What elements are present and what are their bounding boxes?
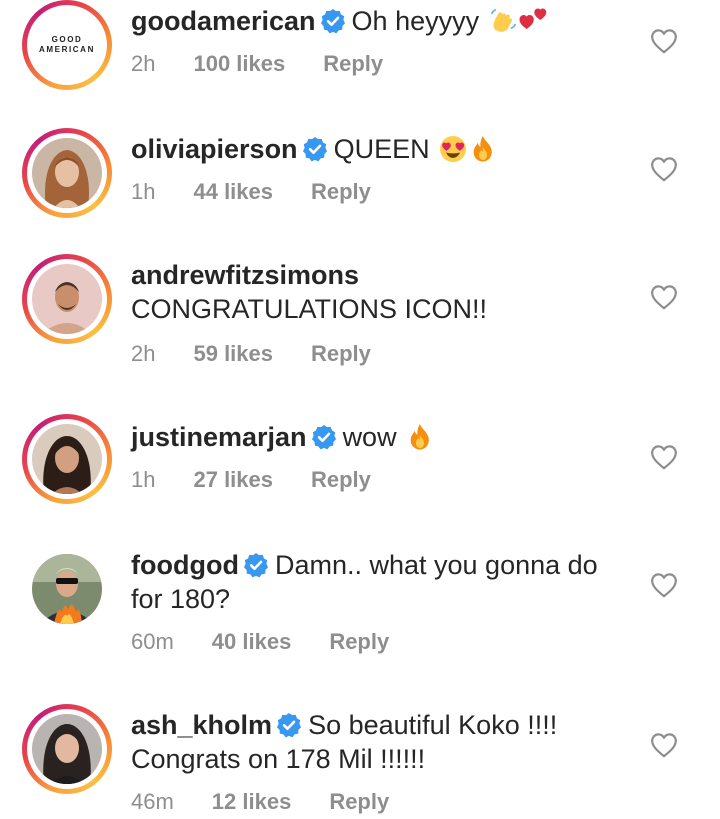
comment-body: Oh heyyyy (351, 6, 480, 36)
good-american-logo: GOOD AMERICAN (39, 35, 95, 54)
avatar-photo (32, 138, 102, 208)
timestamp: 46m (131, 789, 174, 814)
username[interactable]: justinemarjan (131, 422, 307, 452)
like-heart-icon[interactable] (650, 284, 678, 310)
reply-button[interactable]: Reply (323, 50, 383, 78)
like-heart-icon[interactable] (650, 156, 678, 182)
avatar-photo (32, 264, 102, 334)
comment-andrewfitzsimons: andrewfitzsimons CONGRATULATIONS ICON!! … (0, 254, 720, 384)
likes-count[interactable]: 12 likes (212, 788, 292, 816)
avatar[interactable] (32, 554, 102, 624)
like-heart-icon[interactable] (650, 444, 678, 470)
likes-count[interactable]: 27 likes (193, 466, 273, 494)
reply-button[interactable]: Reply (329, 788, 389, 816)
username[interactable]: oliviapierson (131, 134, 298, 164)
waving-hand-emoji-icon (489, 7, 517, 35)
two-hearts-emoji-icon (519, 7, 547, 35)
comment-justinemarjan: justinemarjan wow 1h 27 likes Reply (0, 414, 720, 534)
reply-button[interactable]: Reply (311, 178, 371, 206)
timestamp: 1h (131, 179, 156, 204)
avatar[interactable] (22, 414, 112, 504)
avatar-photo (32, 714, 102, 784)
comment-meta: 2h 100 likes Reply (131, 50, 383, 78)
avatar-photo (32, 424, 102, 494)
avatar[interactable] (22, 128, 112, 218)
username[interactable]: goodamerican (131, 6, 316, 36)
comment-body: CONGRATULATIONS ICON!! (131, 294, 488, 324)
comment-body-line2: Congrats on 178 Mil !!!!!! (131, 744, 426, 774)
timestamp: 2h (131, 51, 156, 76)
avatar[interactable] (22, 254, 112, 344)
reply-button[interactable]: Reply (311, 340, 371, 368)
avatar[interactable]: GOOD AMERICAN (22, 0, 112, 90)
comment-body: QUEEN (333, 134, 430, 164)
comment-body: wow (342, 422, 397, 452)
comment-goodamerican: GOOD AMERICAN goodamerican Oh heyyyy 2h 10… (0, 0, 720, 120)
comment-text: oliviapierson QUEEN (131, 132, 631, 166)
verified-badge-icon (320, 8, 346, 34)
comment-meta: 46m 12 likes Reply (131, 788, 389, 816)
comment-text: foodgod Damn.. what you gonna do (131, 548, 631, 582)
username[interactable]: ash_kholm (131, 710, 272, 740)
heart-eyes-emoji-icon (439, 135, 467, 163)
verified-badge-icon (243, 552, 269, 578)
timestamp: 1h (131, 467, 156, 492)
verified-badge-icon (311, 424, 337, 450)
like-heart-icon[interactable] (650, 732, 678, 758)
comment-oliviapierson: oliviapierson QUEEN 1h 44 likes Reply (0, 128, 720, 248)
comment-body-line1: So beautiful Koko !!!! (308, 710, 558, 740)
likes-count[interactable]: 40 likes (212, 628, 292, 656)
verified-badge-icon (302, 136, 328, 162)
username[interactable]: andrewfitzsimons (131, 260, 359, 290)
avatar[interactable] (22, 704, 112, 794)
reply-button[interactable]: Reply (311, 466, 371, 494)
comment-meta: 1h 44 likes Reply (131, 178, 371, 206)
timestamp: 60m (131, 629, 174, 654)
comment-meta: 2h 59 likes Reply (131, 340, 371, 368)
comment-text: goodamerican Oh heyyyy (131, 4, 631, 38)
comment-meta: 60m 40 likes Reply (131, 628, 389, 656)
likes-count[interactable]: 44 likes (193, 178, 273, 206)
comment-meta: 1h 27 likes Reply (131, 466, 371, 494)
reply-button[interactable]: Reply (329, 628, 389, 656)
fire-emoji-icon (469, 135, 497, 163)
comment-ash-kholm: ash_kholm So beautiful Koko !!!! Congrats… (0, 704, 720, 819)
comment-body-line2: for 180? (131, 584, 231, 614)
like-heart-icon[interactable] (650, 572, 678, 598)
verified-badge-icon (276, 712, 302, 738)
comment-text: justinemarjan wow (131, 420, 631, 454)
comment-body-line1: Damn.. what you gonna do (274, 550, 598, 580)
username[interactable]: foodgod (131, 550, 239, 580)
likes-count[interactable]: 59 likes (193, 340, 273, 368)
comment-text: andrewfitzsimons (131, 258, 631, 292)
fire-emoji-icon (406, 423, 434, 451)
timestamp: 2h (131, 341, 156, 366)
likes-count[interactable]: 100 likes (193, 50, 285, 78)
comment-text: ash_kholm So beautiful Koko !!!! (131, 708, 631, 742)
comment-foodgod: foodgod Damn.. what you gonna do for 180?… (0, 544, 720, 674)
like-heart-icon[interactable] (650, 28, 678, 54)
